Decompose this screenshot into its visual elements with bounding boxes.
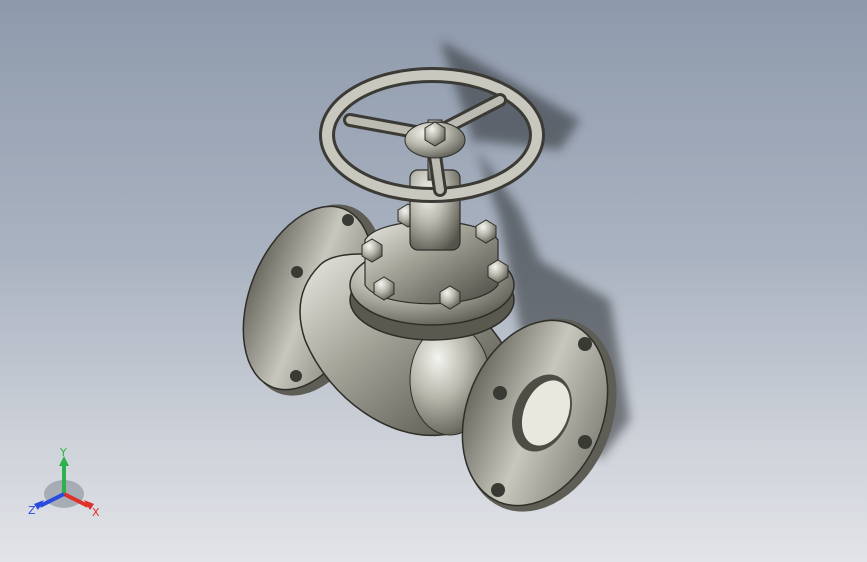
bolt-hole — [493, 386, 507, 400]
bolt-hole — [578, 435, 592, 449]
bolt-hole — [342, 214, 354, 226]
bolt-hole — [290, 370, 302, 382]
bolt-hole — [491, 483, 505, 497]
orientation-triad[interactable]: Y X Z — [24, 448, 104, 520]
z-axis-label: Z — [28, 504, 36, 517]
bolt-hole — [578, 337, 592, 351]
y-axis-label: Y — [59, 448, 67, 459]
bolt-hole — [291, 266, 303, 278]
valve-model[interactable] — [0, 0, 867, 562]
x-axis-label: X — [92, 506, 100, 519]
graphics-viewport[interactable]: Y X Z — [0, 0, 867, 562]
